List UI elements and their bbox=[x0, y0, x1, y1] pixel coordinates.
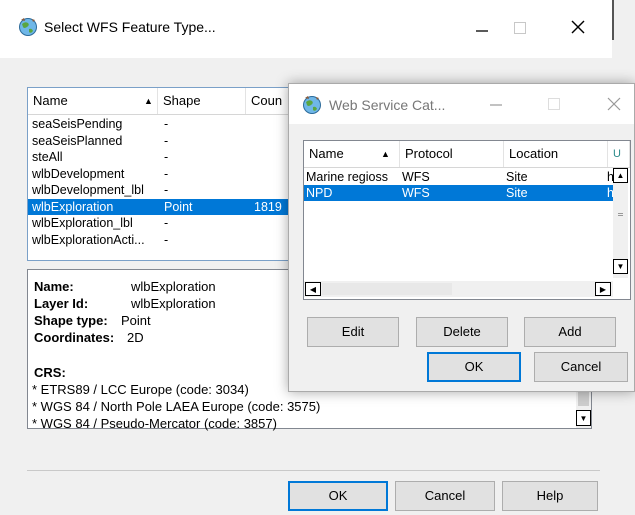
cell-name: wlbDevelopment bbox=[32, 166, 125, 181]
cell-name: wlbExploration bbox=[32, 199, 114, 214]
column-header-name[interactable]: Name ▲ bbox=[304, 141, 400, 167]
table-row[interactable]: wlbExploration_lbl - bbox=[28, 215, 298, 231]
close-icon[interactable] bbox=[566, 15, 590, 39]
info-scrollbar[interactable]: ▼ bbox=[576, 390, 591, 428]
cell-shape: - bbox=[164, 166, 169, 181]
table-row[interactable]: wlbExplorationActi... - bbox=[28, 232, 298, 248]
service-vscrollbar[interactable]: ▲ ▼ bbox=[613, 168, 628, 278]
scroll-down-icon[interactable]: ▼ bbox=[576, 410, 591, 426]
crs-item: * WGS 84 / North Pole LAEA Europe (code:… bbox=[32, 399, 321, 414]
main-ok-button[interactable]: OK bbox=[288, 481, 388, 511]
table-row[interactable]: wlbExploration Point 1819 bbox=[28, 198, 298, 215]
main-help-button[interactable]: Help bbox=[502, 481, 598, 511]
scroll-thumb[interactable] bbox=[578, 392, 589, 406]
cell-shape: - bbox=[164, 150, 169, 164]
minimize-icon[interactable] bbox=[485, 93, 507, 115]
service-hscrollbar[interactable]: ◀ ▶ bbox=[304, 281, 613, 297]
table-row[interactable]: Marine regioss WFS Site h bbox=[304, 169, 614, 185]
cell-name: seaSeisPending bbox=[32, 117, 123, 131]
crs-item: * WGS 84 / Pseudo-Mercator (code: 3857) bbox=[32, 416, 277, 431]
info-coord-value: 2D bbox=[127, 330, 144, 345]
cell-name: NPD bbox=[306, 186, 333, 200]
scroll-thumb[interactable] bbox=[322, 283, 452, 295]
earth-globe-icon bbox=[302, 95, 322, 115]
maximize-icon[interactable] bbox=[543, 93, 565, 115]
cell-name: steAll bbox=[32, 150, 63, 164]
info-values: wlbExploration wlbExploration bbox=[131, 278, 216, 312]
cell-shape: - bbox=[164, 232, 169, 247]
close-icon[interactable] bbox=[603, 93, 625, 115]
scroll-down-icon[interactable]: ▼ bbox=[613, 259, 628, 274]
info-layer-value: wlbExploration bbox=[131, 296, 216, 311]
info-name-label: Name: bbox=[34, 279, 74, 294]
info-shape-label: Shape type: bbox=[34, 313, 108, 328]
minimize-icon[interactable] bbox=[470, 16, 494, 40]
cell-protocol: WFS bbox=[402, 186, 430, 200]
scroll-grip-line bbox=[618, 215, 623, 216]
window-right-border bbox=[612, 0, 614, 40]
main-window-title: Select WFS Feature Type... bbox=[44, 19, 216, 35]
column-header-shape[interactable]: Shape bbox=[158, 88, 246, 114]
cell-name: Marine regioss bbox=[306, 170, 388, 184]
maximize-icon[interactable] bbox=[508, 16, 532, 40]
add-button[interactable]: Add bbox=[524, 317, 616, 347]
table-row[interactable]: NPD WFS Site h bbox=[304, 185, 614, 201]
crs-list: * ETRS89 / LCC Europe (code: 3034) * WGS… bbox=[32, 381, 320, 432]
dialog-title: Web Service Cat... bbox=[329, 97, 446, 113]
earth-globe-icon bbox=[18, 17, 38, 37]
service-list[interactable]: Name ▲ Protocol Location U Marine regios… bbox=[303, 140, 631, 300]
dialog-cancel-button[interactable]: Cancel bbox=[534, 352, 628, 382]
dialog-title-bar[interactable]: Web Service Cat... bbox=[289, 84, 634, 124]
sort-ascending-icon: ▲ bbox=[144, 96, 153, 106]
cell-shape: - bbox=[164, 183, 169, 197]
scroll-up-icon[interactable]: ▲ bbox=[613, 168, 628, 183]
cell-shape: Point bbox=[164, 199, 193, 214]
info-shape-value: Point bbox=[121, 313, 151, 328]
service-list-header: Name ▲ Protocol Location U bbox=[304, 141, 630, 168]
table-row[interactable]: wlbDevelopment - bbox=[28, 166, 298, 182]
cell-name: wlbDevelopment_lbl bbox=[32, 183, 144, 197]
dialog-ok-button[interactable]: OK bbox=[427, 352, 521, 382]
scroll-grip-icon bbox=[618, 213, 623, 214]
cell-shape: - bbox=[164, 216, 169, 230]
info-layer-label: Layer Id: bbox=[34, 296, 89, 311]
scroll-right-icon[interactable]: ▶ bbox=[595, 282, 611, 296]
cell-location: Site bbox=[506, 186, 528, 200]
info-labels: Name: Layer Id: Shape type: Coordinates: bbox=[34, 278, 114, 346]
cell-name: wlbExploration_lbl bbox=[32, 216, 133, 230]
sort-ascending-icon: ▲ bbox=[381, 149, 390, 159]
separator bbox=[27, 470, 600, 471]
info-coord-label: Coordinates: bbox=[34, 330, 115, 345]
column-header-url[interactable]: U bbox=[608, 141, 630, 167]
table-row[interactable]: wlbDevelopment_lbl - bbox=[28, 182, 298, 198]
cell-shape: - bbox=[164, 133, 169, 148]
column-header-location[interactable]: Location bbox=[504, 141, 608, 167]
table-row[interactable]: seaSeisPending - bbox=[28, 116, 298, 132]
cell-name: wlbExplorationActi... bbox=[32, 232, 145, 247]
cell-location: Site bbox=[506, 170, 528, 184]
feature-type-list[interactable]: Name ▲ Shape Coun seaSeisPending - seaSeis… bbox=[27, 87, 299, 261]
table-row[interactable]: seaSeisPlanned - bbox=[28, 133, 298, 149]
main-title-bar[interactable]: Select WFS Feature Type... bbox=[0, 0, 612, 58]
scroll-left-icon[interactable]: ◀ bbox=[305, 282, 321, 296]
cell-name: seaSeisPlanned bbox=[32, 133, 123, 148]
info-name-value: wlbExploration bbox=[131, 279, 216, 294]
column-header-protocol[interactable]: Protocol bbox=[400, 141, 504, 167]
table-row[interactable]: steAll - bbox=[28, 149, 298, 165]
column-header-name[interactable]: Name ▲ bbox=[28, 88, 158, 114]
cell-protocol: WFS bbox=[402, 170, 430, 184]
edit-button[interactable]: Edit bbox=[307, 317, 399, 347]
list-header: Name ▲ Shape Coun bbox=[28, 88, 298, 115]
cell-shape: - bbox=[164, 117, 169, 131]
main-cancel-button[interactable]: Cancel bbox=[395, 481, 495, 511]
delete-button[interactable]: Delete bbox=[416, 317, 508, 347]
web-service-catalog-dialog: Web Service Cat... Name ▲ Protocol Locat… bbox=[288, 83, 635, 392]
crs-label: CRS: bbox=[34, 365, 66, 380]
crs-item: * ETRS89 / LCC Europe (code: 3034) bbox=[32, 382, 249, 397]
